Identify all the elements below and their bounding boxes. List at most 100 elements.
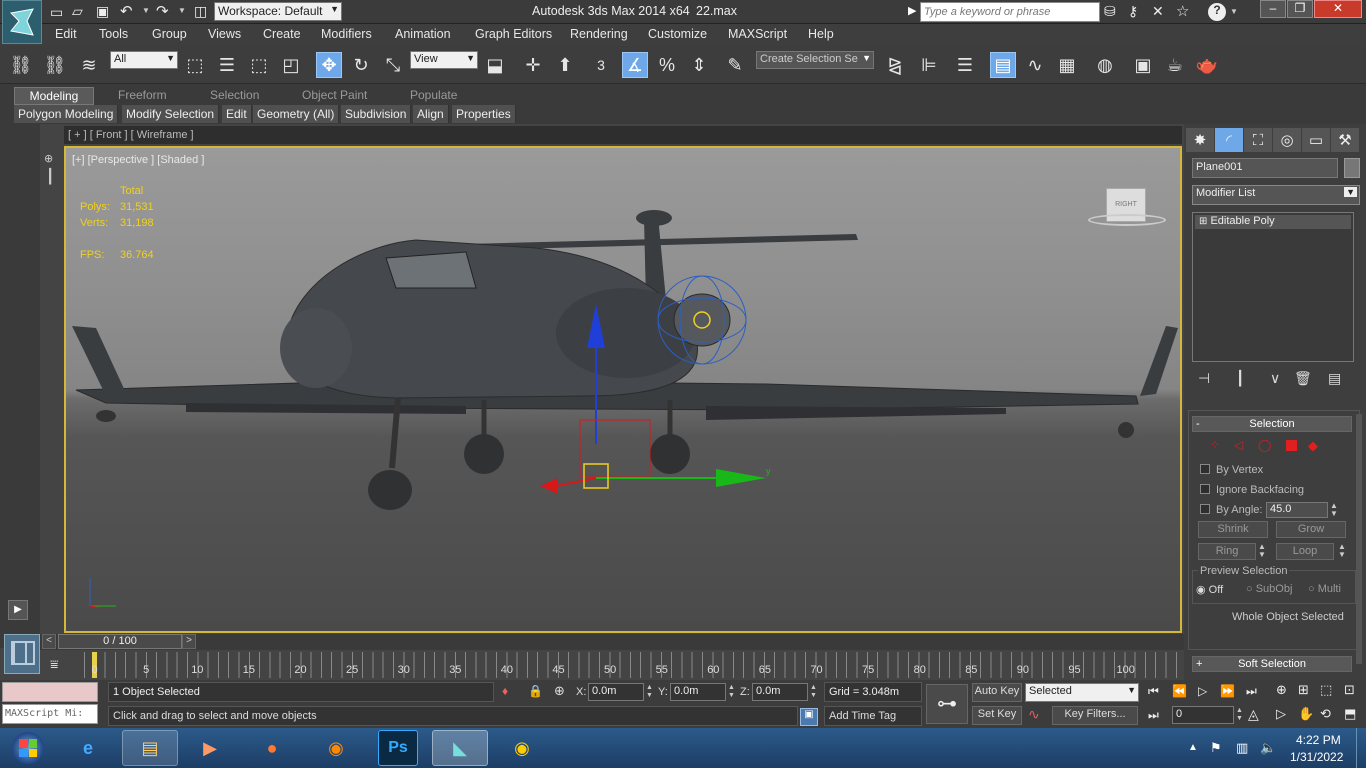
- save-file-icon[interactable]: ▣: [96, 3, 109, 20]
- align-icon[interactable]: ⊫: [916, 52, 942, 78]
- pin-stack-icon[interactable]: ⊣: [1198, 370, 1210, 387]
- workspace-dropdown[interactable]: Workspace: Default ▼: [214, 2, 342, 21]
- go-to-start-icon[interactable]: ⏮: [1148, 684, 1159, 699]
- modifier-list-dropdown[interactable]: Modifier List ▼: [1192, 185, 1360, 205]
- spinner-snap-icon[interactable]: ⇕: [686, 52, 712, 78]
- menu-maxscript[interactable]: MAXScript: [728, 27, 787, 41]
- set-key-button[interactable]: Set Key: [972, 706, 1022, 725]
- by-vertex-checkbox[interactable]: By Vertex: [1200, 464, 1263, 476]
- undo-dropdown-icon[interactable]: ▼: [142, 6, 150, 15]
- time-slider[interactable]: < 0 / 100 >: [40, 634, 1184, 650]
- perspective-viewport[interactable]: [+] [Perspective ] [Shaded ] Total Polys…: [64, 146, 1182, 633]
- 3dsmax-taskbar-icon[interactable]: ◣: [432, 730, 488, 766]
- action-center-flag-icon[interactable]: ⚑: [1210, 740, 1222, 756]
- isolate-selection-icon[interactable]: ♦: [502, 684, 508, 698]
- rectangular-selection-icon[interactable]: ⬚: [246, 52, 272, 78]
- rendered-frame-window-icon[interactable]: ☕: [1162, 52, 1188, 78]
- remove-modifier-icon[interactable]: 🗑: [1294, 370, 1312, 387]
- tab-freeform[interactable]: Freeform: [112, 87, 173, 105]
- object-color-swatch[interactable]: [1344, 158, 1360, 178]
- tab-modeling[interactable]: Modeling: [14, 87, 94, 105]
- named-selection-sets-dropdown[interactable]: Create Selection Se ▼: [756, 51, 874, 69]
- edge-mode-icon[interactable]: ◁: [1234, 438, 1243, 452]
- snaps-toggle-icon[interactable]: 3: [588, 52, 614, 78]
- maxscript-listener-pink[interactable]: [2, 682, 98, 702]
- subtab-properties[interactable]: Properties: [452, 105, 516, 123]
- x-spinner-icon[interactable]: ▲ ▼: [646, 684, 653, 700]
- project-folder-icon[interactable]: ◫: [194, 3, 207, 20]
- help-dropdown-icon[interactable]: ▼: [1230, 7, 1238, 16]
- preview-multi-radio[interactable]: ○ Multi: [1308, 583, 1341, 595]
- soft-selection-rollout-header[interactable]: + Soft Selection: [1192, 656, 1352, 672]
- selection-filter-dropdown[interactable]: All ▼: [110, 51, 178, 69]
- time-slider-next-icon[interactable]: >: [182, 634, 196, 649]
- graphite-ribbon-icon[interactable]: ▤: [990, 52, 1016, 78]
- object-name-field[interactable]: Plane001: [1192, 158, 1338, 178]
- subtab-polygon-modeling[interactable]: Polygon Modeling: [14, 105, 119, 123]
- edit-named-selection-icon[interactable]: ✎: [722, 52, 748, 78]
- zoom-extents-icon[interactable]: ⬚: [1320, 682, 1332, 698]
- select-by-name-icon[interactable]: ☰: [214, 52, 240, 78]
- clock-date[interactable]: 1/31/2022: [1290, 750, 1343, 764]
- y-spinner-icon[interactable]: ▲ ▼: [728, 684, 735, 700]
- menu-modifiers[interactable]: Modifiers: [321, 27, 372, 41]
- mini-curve-editor-icon[interactable]: ⩸: [50, 656, 59, 673]
- viewport-layout-icon[interactable]: [4, 634, 40, 674]
- bind-to-space-warp-icon[interactable]: ≋: [76, 52, 102, 78]
- menu-views[interactable]: Views: [208, 27, 241, 41]
- undo-icon[interactable]: ↶: [120, 2, 133, 20]
- internet-explorer-icon[interactable]: e: [60, 730, 116, 766]
- angle-spinner-arrows[interactable]: ▲ ▼: [1330, 502, 1338, 518]
- select-object-icon[interactable]: ⬚: [182, 52, 208, 78]
- time-tag-icon[interactable]: ▣: [800, 708, 818, 726]
- play-icon[interactable]: ▷: [1198, 684, 1207, 698]
- angle-spinner-field[interactable]: 45.0: [1266, 502, 1328, 518]
- menu-edit[interactable]: Edit: [55, 27, 77, 41]
- modifier-stack[interactable]: ⊞ Editable Poly: [1192, 212, 1354, 362]
- set-keys-icon[interactable]: ⊶: [926, 684, 968, 724]
- menu-rendering[interactable]: Rendering: [570, 27, 628, 41]
- zoom-all-icon[interactable]: ⊞: [1298, 682, 1309, 698]
- show-hidden-icons-icon[interactable]: ▲: [1188, 742, 1198, 753]
- reference-coordinate-dropdown[interactable]: View ▼: [410, 51, 478, 69]
- network-icon[interactable]: ▥: [1236, 740, 1248, 756]
- key-filters-button[interactable]: Key Filters...: [1052, 706, 1138, 725]
- viewport-slider-icon[interactable]: ┃: [46, 168, 54, 185]
- menu-graph-editors[interactable]: Graph Editors: [475, 27, 552, 41]
- app-logo-button[interactable]: [2, 0, 42, 44]
- create-tab-icon[interactable]: ✸: [1186, 128, 1214, 152]
- z-coord-field[interactable]: 0.0m: [752, 683, 808, 701]
- select-and-move-icon[interactable]: ✥: [316, 52, 342, 78]
- window-crossing-icon[interactable]: ◰: [278, 52, 304, 78]
- motion-tab-icon[interactable]: ◎: [1273, 128, 1301, 152]
- tab-selection[interactable]: Selection: [204, 87, 265, 105]
- schematic-view-icon[interactable]: ▦: [1054, 52, 1080, 78]
- field-of-view-icon[interactable]: ▷: [1276, 706, 1286, 722]
- frame-spinner-icon[interactable]: ▲ ▼: [1236, 707, 1243, 723]
- front-viewport-strip[interactable]: [ + ] [ Front ] [ Wireframe ]: [64, 126, 1182, 144]
- menu-group[interactable]: Group: [152, 27, 187, 41]
- command-panel-scrollbar[interactable]: [1356, 414, 1362, 664]
- modify-tab-icon[interactable]: ◜: [1215, 128, 1243, 152]
- new-file-icon[interactable]: ▭: [50, 4, 63, 21]
- select-and-link-icon[interactable]: ⛓: [8, 52, 34, 78]
- photoshop-icon[interactable]: Ps: [378, 730, 418, 766]
- time-configuration-icon[interactable]: ◬: [1248, 706, 1259, 723]
- ignore-backfacing-checkbox[interactable]: Ignore Backfacing: [1200, 484, 1304, 496]
- subscription-key-icon[interactable]: ⚷: [1128, 3, 1138, 20]
- add-time-tag-field[interactable]: Add Time Tag: [824, 706, 922, 726]
- select-and-manipulate-icon[interactable]: ✛: [520, 52, 546, 78]
- firefox-icon[interactable]: ●: [244, 730, 300, 766]
- mirror-icon[interactable]: ⧎: [882, 52, 908, 78]
- time-slider-prev-icon[interactable]: <: [42, 634, 56, 649]
- maximize-viewport-icon[interactable]: ⬒: [1344, 706, 1356, 722]
- element-mode-icon[interactable]: ◆: [1308, 438, 1318, 454]
- menu-help[interactable]: Help: [808, 27, 834, 41]
- chrome-icon[interactable]: ◉: [494, 730, 550, 766]
- border-mode-icon[interactable]: ◯: [1258, 438, 1271, 452]
- stack-item-editable-poly[interactable]: ⊞ Editable Poly: [1195, 215, 1351, 229]
- selection-rollout-header[interactable]: - Selection: [1192, 416, 1352, 432]
- search-input[interactable]: Type a keyword or phrase: [920, 2, 1100, 22]
- absolute-mode-icon[interactable]: ⊕: [554, 683, 565, 699]
- menu-animation[interactable]: Animation: [395, 27, 451, 41]
